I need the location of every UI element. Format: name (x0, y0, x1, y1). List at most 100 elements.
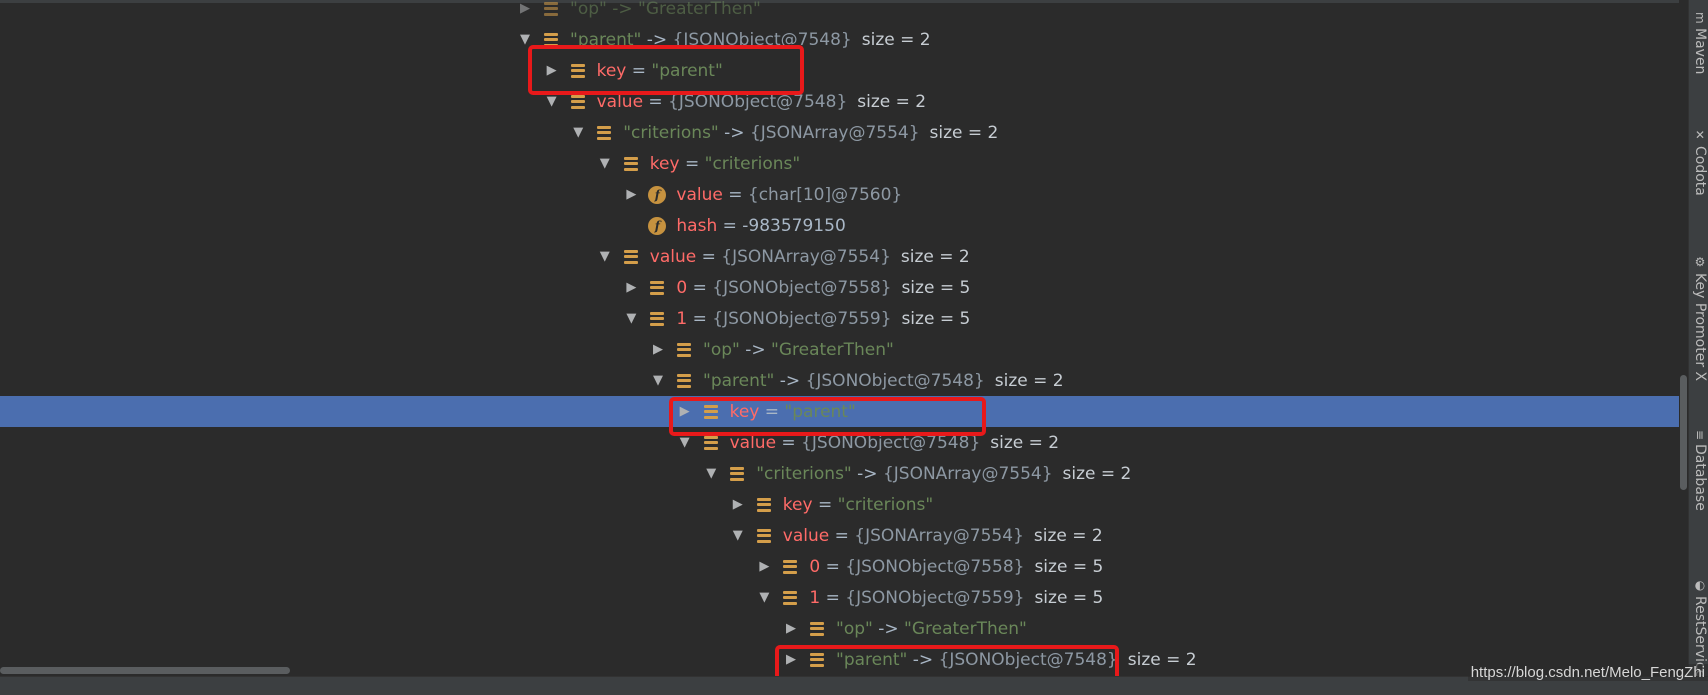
list-entry-icon (724, 458, 750, 489)
expand-arrow-icon[interactable]: ▶ (778, 613, 804, 644)
tree-row-index-0-4[interactable]: ▶ 0 = {JSONObject@7558} size = 5 (0, 272, 1688, 303)
side-tab-icon: ⚙ (1693, 255, 1707, 269)
row-operator: = (626, 60, 652, 81)
row-label: 0 (676, 277, 688, 298)
row-size: size = 5 (1034, 587, 1104, 608)
row-operator: = (776, 432, 802, 453)
row-text: value = {JSONObject@7548} size = 2 (597, 92, 927, 112)
row-operator: = (722, 184, 748, 205)
vertical-scrollbar-track[interactable] (1679, 0, 1688, 676)
list-entry-icon (804, 613, 830, 644)
tree-row-key-parent-6[interactable]: ▶ key = "parent" (0, 396, 1688, 427)
tree-row-index-1-9[interactable]: ▼ 1 = {JSONObject@7559} size = 5 (0, 582, 1688, 613)
tree-row-index-1-4[interactable]: ▼ 1 = {JSONObject@7559} size = 5 (0, 303, 1688, 334)
tree-row-key-criterions-8[interactable]: ▶ key = "criterions" (0, 489, 1688, 520)
collapse-arrow-icon[interactable]: ▼ (725, 520, 751, 551)
list-entry-icon (698, 396, 724, 427)
tree-row-op-10[interactable]: ▶ "op" -> "GreaterThen" (0, 613, 1688, 644)
list-entry-icon (618, 148, 644, 179)
tree-row-criterions-7[interactable]: ▼ "criterions" -> {JSONArray@7554} size = … (0, 458, 1688, 489)
collapse-arrow-icon[interactable]: ▼ (672, 427, 698, 458)
tree-row-hash-4[interactable]: ▶fhash = -983579150 (0, 210, 1688, 241)
row-size: size = 2 (1033, 525, 1103, 546)
expand-arrow-icon[interactable]: ▶ (725, 489, 751, 520)
collapse-arrow-icon[interactable]: ▼ (592, 241, 618, 272)
expand-arrow-icon[interactable]: ▶ (618, 179, 644, 210)
row-label: "op" -> "GreaterThen" (570, 0, 761, 19)
collapse-arrow-icon[interactable]: ▼ (592, 148, 618, 179)
row-value: {char[10]@7560} (747, 184, 903, 205)
collapse-arrow-icon[interactable]: ▼ (512, 24, 538, 55)
tree-row-criterions-2[interactable]: ▼ "criterions" -> {JSONArray@7554} size = … (0, 117, 1688, 148)
expand-arrow-icon[interactable]: ▶ (512, 0, 538, 24)
tree-row-value-6[interactable]: ▼ value = {JSONObject@7548} size = 2 (0, 427, 1688, 458)
expand-arrow-icon[interactable]: ▶ (645, 334, 671, 365)
expand-arrow-icon[interactable]: ▶ (672, 396, 698, 427)
expand-arrow-icon[interactable]: ▶ (778, 644, 804, 675)
tree-row-value-array-8[interactable]: ▼ value = {JSONArray@7554} size = 2 (0, 520, 1688, 551)
row-text: key = "parent" (597, 61, 723, 81)
debugger-variables-tree[interactable]: ▶ "op" -> "GreaterThen" ▼ "parent" -> {JSON… (0, 0, 1688, 676)
row-text: "criterions" -> {JSONArray@7554} size = 2 (623, 123, 998, 143)
row-text: value = {JSONObject@7548} size = 2 (730, 433, 1060, 453)
row-operator: -> (774, 370, 806, 391)
row-text: value = {JSONArray@7554} size = 2 (650, 247, 970, 267)
row-operator: = (829, 525, 855, 546)
tree-row-op-5[interactable]: ▶ "op" -> "GreaterThen" (0, 334, 1688, 365)
row-label: hash (676, 215, 718, 236)
row-operator: = (643, 91, 669, 112)
row-text: "op" -> "GreaterThen" (570, 0, 761, 19)
collapse-arrow-icon[interactable]: ▼ (645, 365, 671, 396)
row-value: {JSONObject@7558} (712, 277, 892, 298)
right-tool-window-bar: m Maven ✕ Codota ⚙ Key Promoter X ≡ Database ◐ Re… (1688, 0, 1708, 676)
row-label: value (782, 525, 830, 546)
tree-row-parent-5[interactable]: ▼ "parent" -> {JSONObject@7548} size = 2 (0, 365, 1688, 396)
list-bars (783, 559, 798, 574)
side-tab-key-promoter-x[interactable]: ⚙ Key Promoter X (1691, 255, 1708, 381)
side-tab-icon: ✕ (1693, 128, 1707, 142)
side-tab-codota[interactable]: ✕ Codota (1691, 128, 1708, 196)
row-size: size = 2 (1127, 649, 1197, 670)
tree-row-value-array-3[interactable]: ▼ value = {JSONArray@7554} size = 2 (0, 241, 1688, 272)
side-tab-database[interactable]: ≡ Database (1691, 430, 1708, 511)
tree-row-char-value-4[interactable]: ▶ f value = {char[10]@7560} (0, 179, 1688, 210)
row-label: 0 (809, 556, 821, 577)
row-text: "op" -> "GreaterThen" (703, 340, 894, 360)
list-bars (570, 94, 585, 109)
list-bars (623, 156, 638, 171)
row-value: "GreaterThen" (771, 339, 894, 360)
row-value: {JSONObject@7558} (845, 556, 1025, 577)
tree-row-key-parent-1[interactable]: ▶ key = "parent" (0, 55, 1688, 86)
tree-row-parent-0[interactable]: ▼ "parent" -> {JSONObject@7548} size = 2 (0, 24, 1688, 55)
collapse-arrow-icon[interactable]: ▼ (565, 117, 591, 148)
expand-arrow-icon[interactable]: ▶ (618, 272, 644, 303)
horizontal-scrollbar-thumb[interactable] (0, 667, 290, 674)
collapse-arrow-icon[interactable]: ▼ (539, 86, 565, 117)
row-size: size = 5 (1034, 556, 1104, 577)
side-tab-label: Key Promoter X (1692, 273, 1708, 382)
list-bars (703, 404, 718, 419)
list-entry-icon (618, 241, 644, 272)
row-value: {JSONArray@7554} (854, 525, 1024, 546)
expand-arrow-icon[interactable]: ▶ (539, 55, 565, 86)
row-text: "parent" -> {JSONObject@7548} size = 2 (836, 650, 1197, 670)
row-operator: = (696, 246, 722, 267)
row-operator: = (687, 308, 713, 329)
side-tab-maven[interactable]: m Maven (1691, 12, 1708, 74)
collapse-arrow-icon[interactable]: ▼ (698, 458, 724, 489)
expand-arrow-icon[interactable]: ▶ (751, 551, 777, 582)
tree-row-key-criterions-3[interactable]: ▼ key = "criterions" (0, 148, 1688, 179)
tree-row-value-1[interactable]: ▼ value = {JSONObject@7548} size = 2 (0, 86, 1688, 117)
list-bars (597, 125, 612, 140)
collapse-arrow-icon[interactable]: ▼ (618, 303, 644, 334)
row-label: "criterions" (756, 463, 852, 484)
tree-row-index-0-9[interactable]: ▶ 0 = {JSONObject@7558} size = 5 (0, 551, 1688, 582)
list-entry-icon (591, 117, 617, 148)
collapse-arrow-icon[interactable]: ▼ (751, 582, 777, 613)
side-tab-restservices[interactable]: ◐ RestServices (1691, 578, 1708, 676)
tree-row-op-top[interactable]: ▶ "op" -> "GreaterThen" (0, 0, 1688, 24)
row-operator: -> (851, 463, 883, 484)
row-operator: -> (641, 29, 673, 50)
row-label: value (649, 246, 697, 267)
vertical-scrollbar-thumb[interactable] (1680, 375, 1687, 490)
